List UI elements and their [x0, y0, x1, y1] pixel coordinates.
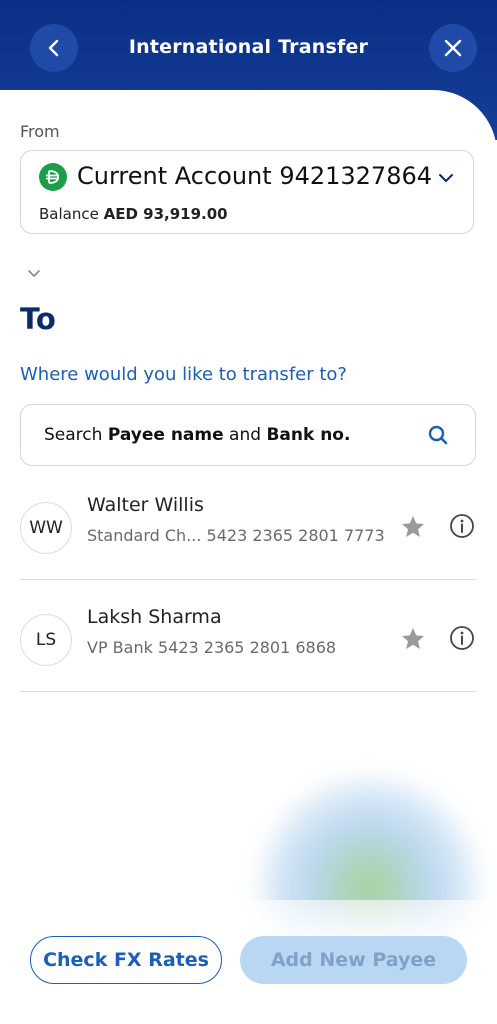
payee-bank-detail: Standard Ch... 5423 2365 2801 7773: [87, 526, 385, 545]
collapse-chevron-icon[interactable]: [26, 266, 42, 282]
transfer-prompt: Where would you like to transfer to?: [20, 364, 347, 385]
search-placeholder: Search Payee name and Bank no.: [44, 425, 351, 445]
account-number: 9421327864: [279, 162, 433, 190]
search-icon[interactable]: [427, 424, 449, 446]
star-icon[interactable]: [400, 514, 426, 540]
to-heading: To: [20, 302, 56, 336]
avatar: LS: [20, 614, 72, 666]
close-button[interactable]: [429, 24, 477, 72]
info-icon[interactable]: [449, 625, 475, 651]
row-divider: [20, 691, 477, 692]
balance-value: AED 93,919.00: [103, 205, 228, 223]
account-name-line: Current Account 9421327864: [77, 162, 432, 190]
payee-search-input[interactable]: Search Payee name and Bank no.: [20, 404, 476, 466]
page-title: International Transfer: [128, 36, 369, 58]
account-name: Current Account: [77, 162, 272, 190]
balance-label: Balance: [39, 205, 99, 223]
payee-row-walter-willis[interactable]: WW Walter Willis Standard Ch... 5423 236…: [20, 494, 477, 614]
from-label: From: [20, 122, 60, 141]
close-icon: [444, 39, 462, 57]
payee-row-laksh-sharma[interactable]: LS Laksh Sharma VP Bank 5423 2365 2801 6…: [20, 606, 477, 726]
add-new-payee-button[interactable]: Add New Payee: [240, 936, 467, 984]
account-selector[interactable]: Current Account 9421327864 Balance AED 9…: [20, 150, 474, 234]
dirham-currency-icon: [39, 163, 67, 191]
payee-name: Laksh Sharma: [87, 606, 222, 628]
payee-name: Walter Willis: [87, 494, 204, 516]
chevron-down-icon[interactable]: [437, 169, 455, 187]
row-divider: [20, 579, 477, 580]
account-balance: Balance AED 93,919.00: [39, 205, 228, 223]
check-fx-rates-button[interactable]: Check FX Rates: [30, 936, 222, 984]
avatar: WW: [20, 502, 72, 554]
info-icon[interactable]: [449, 513, 475, 539]
star-icon[interactable]: [400, 626, 426, 652]
payee-bank-detail: VP Bank 5423 2365 2801 6868: [87, 638, 337, 657]
